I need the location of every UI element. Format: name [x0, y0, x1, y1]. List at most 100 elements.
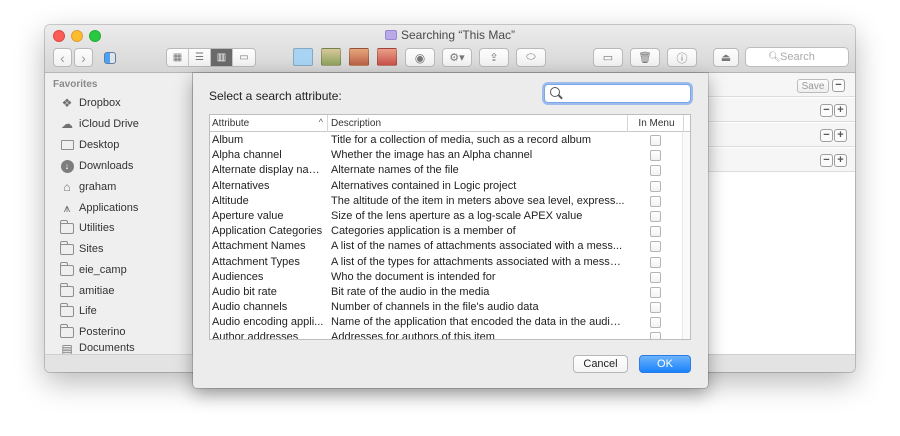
in-menu-checkbox[interactable] [650, 256, 661, 268]
in-menu-checkbox[interactable] [650, 135, 661, 146]
list-view-button[interactable]: ☰ [189, 49, 211, 66]
table-row[interactable]: Altitude The altitude of the item in mete… [210, 194, 690, 209]
remove-criteria-button[interactable]: − [832, 79, 845, 92]
finder-icon[interactable] [103, 48, 117, 67]
in-menu-checkbox[interactable] [650, 332, 661, 339]
table-row[interactable]: Alternate display nam... Alternate names … [210, 163, 690, 178]
column-header-attribute[interactable]: Attribute ^ [210, 115, 328, 132]
window-title: Searching “This Mac” [45, 28, 855, 42]
sidebar-item-applications[interactable]: ⩚ Applications [59, 198, 139, 218]
cancel-button[interactable]: Cancel [573, 355, 628, 373]
add-criterion-button[interactable]: + [834, 104, 847, 117]
tag-icon: ⬭ [526, 51, 536, 63]
sidebar: Favorites ❖ Dropbox ☁︎ iCloud Drive Deskto… [45, 73, 193, 354]
toolbar-desktop-thumbnail[interactable] [293, 48, 313, 66]
description-cell: Categories application is a member of [331, 225, 516, 238]
attribute-cell: Audio bit rate [212, 285, 277, 298]
sidebar-item-documents[interactable]: ▤ Documents [59, 342, 134, 354]
in-menu-checkbox[interactable] [650, 210, 661, 222]
tags-button[interactable]: ⬭ [516, 48, 546, 67]
list-icon: ☰ [195, 52, 204, 63]
in-menu-checkbox[interactable] [650, 317, 661, 329]
table-row[interactable]: Album Title for a collection of media, su… [210, 133, 690, 148]
in-menu-checkbox[interactable] [650, 241, 661, 253]
description-cell: Alternate names of the file [331, 164, 459, 177]
sidebar-item-desktop[interactable]: Desktop [59, 135, 119, 155]
in-menu-checkbox[interactable] [650, 180, 661, 192]
in-menu-checkbox[interactable] [650, 226, 661, 238]
grid-icon: ▦ [172, 52, 183, 63]
add-criterion-button[interactable]: + [834, 129, 847, 142]
gallery-icon: ▭ [239, 52, 249, 63]
quick-look-button[interactable]: ◉ [405, 48, 435, 67]
remove-criterion-button[interactable]: − [820, 129, 833, 142]
toolbar-search-field[interactable]: 🔍︎ Search [745, 47, 849, 67]
in-menu-checkbox[interactable] [650, 150, 661, 162]
sidebar-item-downloads[interactable]: ↓ Downloads [59, 156, 133, 176]
sidebar-item-sites[interactable]: Sites [59, 239, 103, 259]
share-icon: ⇪ [489, 52, 499, 64]
toolbar: Searching “This Mac” ‹ › ▦ ☰ ▥ ▭ ◉ ⚙︎▾ ⇪… [45, 25, 855, 73]
table-row[interactable]: Author addresses Addresses for authors of… [210, 330, 690, 339]
sidebar-item-posterino[interactable]: Posterino [59, 322, 125, 342]
attribute-search-field[interactable] [544, 84, 691, 103]
table-row[interactable]: Attachment Types A list of the types for … [210, 255, 690, 270]
sidebar-item-utilities[interactable]: Utilities [59, 218, 114, 238]
new-folder-button[interactable]: ▭ [593, 48, 623, 67]
in-menu-checkbox[interactable] [650, 165, 661, 177]
sidebar-item-amitiae[interactable]: amitiae [59, 281, 114, 301]
toolbar-photo-thumbnail-1[interactable] [321, 48, 341, 66]
column-header-in-menu[interactable]: In Menu [628, 115, 684, 132]
in-menu-checkbox[interactable] [650, 271, 661, 283]
description-cell: Number of channels in the file's audio d… [331, 301, 539, 314]
sidebar-item-dropbox[interactable]: ❖ Dropbox [59, 93, 121, 113]
remove-criterion-button[interactable]: − [820, 104, 833, 117]
column-view-button[interactable]: ▥ [211, 49, 233, 66]
description-cell: Whether the image has an Alpha channel [331, 149, 533, 162]
info-icon: ⓘ [676, 52, 688, 65]
sidebar-item-eie-camp[interactable]: eie_camp [59, 260, 127, 280]
attribute-cell: Album [212, 134, 244, 146]
attribute-cell: Audiences [212, 270, 264, 283]
attribute-cell: Alpha channel [212, 149, 282, 162]
remove-criterion-button[interactable]: − [820, 154, 833, 167]
description-cell: Bit rate of the audio in the media [331, 285, 490, 298]
attribute-cell: Audio channels [212, 301, 288, 314]
save-search-button[interactable]: Save [797, 79, 829, 93]
in-menu-checkbox[interactable] [650, 195, 661, 207]
add-criterion-button[interactable]: + [834, 154, 847, 167]
eject-button[interactable]: ⏏︎ [713, 48, 739, 67]
table-row[interactable]: Alpha channel Whether the image has an Al… [210, 148, 690, 163]
in-menu-checkbox[interactable] [650, 302, 661, 314]
share-button[interactable]: ⇪ [479, 48, 509, 67]
ok-button[interactable]: OK [639, 355, 691, 373]
eject-icon: ⏏︎ [720, 52, 732, 64]
table-row[interactable]: Audio channels Number of channels in the … [210, 300, 690, 315]
table-row[interactable]: Attachment Names A list of the names of a… [210, 239, 690, 254]
trash-button[interactable]: 🗑︎ [630, 48, 660, 67]
action-menu-button[interactable]: ⚙︎▾ [442, 48, 472, 67]
table-row[interactable]: Audio encoding appli... Name of the appli… [210, 315, 690, 330]
table-header: Attribute ^ Description In Menu [210, 115, 690, 132]
table-row[interactable]: Alternatives Alternatives contained in Lo… [210, 179, 690, 194]
toolbar-photo-thumbnail-2[interactable] [349, 48, 369, 66]
forward-button[interactable]: › [74, 48, 93, 67]
in-menu-checkbox[interactable] [650, 286, 661, 298]
sidebar-item-life[interactable]: Life [59, 301, 97, 321]
desktop-icon [59, 139, 75, 152]
table-row[interactable]: Aperture value Size of the lens aperture … [210, 209, 690, 224]
table-row[interactable]: Audio bit rate Bit rate of the audio in t… [210, 285, 690, 300]
table-row[interactable]: Application Categories Categories applica… [210, 224, 690, 239]
table-scrollbar[interactable] [682, 132, 690, 339]
gallery-view-button[interactable]: ▭ [233, 49, 255, 66]
toolbar-photo-thumbnail-3[interactable] [377, 48, 397, 66]
sidebar-item-icloud-drive[interactable]: ☁︎ iCloud Drive [59, 114, 139, 134]
get-info-button[interactable]: ⓘ [667, 48, 697, 67]
back-button[interactable]: ‹ [53, 48, 72, 67]
sidebar-item-graham[interactable]: ⌂ graham [59, 177, 116, 197]
icon-view-button[interactable]: ▦ [167, 49, 189, 66]
sort-ascending-icon: ^ [318, 117, 323, 127]
column-header-description[interactable]: Description [328, 115, 628, 132]
attribute-cell: Alternatives [212, 179, 270, 192]
table-row[interactable]: Audiences Who the document is intended fo… [210, 270, 690, 285]
